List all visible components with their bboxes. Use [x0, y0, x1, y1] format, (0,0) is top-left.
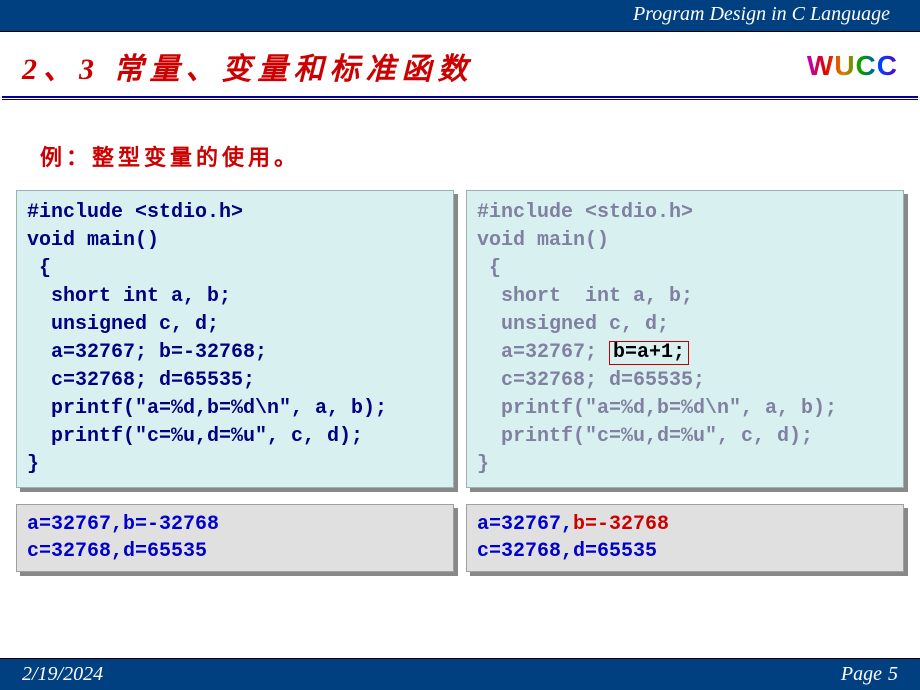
section-header: 2、3 常量、变量和标准函数 WUCC	[0, 32, 920, 96]
footer-date: 2/19/2024	[22, 663, 103, 686]
code-line: void main()	[477, 229, 609, 252]
output-line: c=32768,d=65535	[27, 540, 207, 563]
footer-page: Page 5	[841, 663, 898, 686]
code-line: c=32768; d=65535;	[27, 369, 255, 392]
institution-logo: WUCC	[807, 50, 898, 82]
code-line: printf("a=%d,b=%d\n", a, b);	[477, 397, 837, 420]
code-line: {	[27, 257, 51, 280]
example-label: 例：整型变量的使用。	[40, 140, 920, 172]
output-right: a=32767,b=-32768 c=32768,d=65535	[466, 504, 904, 572]
page-number: 5	[888, 663, 898, 685]
code-line: printf("a=%d,b=%d\n", a, b);	[27, 397, 387, 420]
code-line: a=32767; b=-32768;	[27, 341, 267, 364]
code-line: unsigned c, d;	[27, 313, 219, 336]
code-line: #include <stdio.h>	[27, 201, 243, 224]
footer: 2/19/2024 Page 5	[0, 658, 920, 690]
code-line: short int a, b;	[27, 285, 231, 308]
page-label: Page	[841, 663, 882, 685]
code-line: short int a, b;	[477, 285, 693, 308]
code-block-left: #include <stdio.h> void main() { short i…	[16, 190, 454, 488]
code-line: void main()	[27, 229, 159, 252]
output-line: a=32767,b=-32768	[27, 513, 219, 536]
code-line: #include <stdio.h>	[477, 201, 693, 224]
code-line: {	[477, 257, 501, 280]
code-line: printf("c=%u,d=%u", c, d);	[477, 425, 813, 448]
output-highlight: b=-32768	[573, 513, 669, 536]
code-line: unsigned c, d;	[477, 313, 669, 336]
right-column: #include <stdio.h> void main() { short i…	[466, 190, 904, 572]
code-line: }	[27, 453, 39, 476]
code-line: printf("c=%u,d=%u", c, d);	[27, 425, 363, 448]
code-line: c=32768; d=65535;	[477, 369, 705, 392]
output-left: a=32767,b=-32768 c=32768,d=65535	[16, 504, 454, 572]
highlight-box: b=a+1;	[609, 341, 689, 365]
output-line: a=32767,	[477, 513, 573, 536]
course-title: Program Design in C Language	[633, 3, 890, 25]
course-title-bar: Program Design in C Language	[0, 0, 920, 32]
code-columns: #include <stdio.h> void main() { short i…	[0, 190, 920, 572]
code-line: a=32767;	[477, 341, 609, 364]
left-column: #include <stdio.h> void main() { short i…	[16, 190, 454, 572]
divider	[2, 96, 918, 100]
section-title: 2、3 常量、变量和标准函数	[22, 44, 474, 88]
code-block-right: #include <stdio.h> void main() { short i…	[466, 190, 904, 488]
code-line: }	[477, 453, 489, 476]
output-line: c=32768,d=65535	[477, 540, 657, 563]
